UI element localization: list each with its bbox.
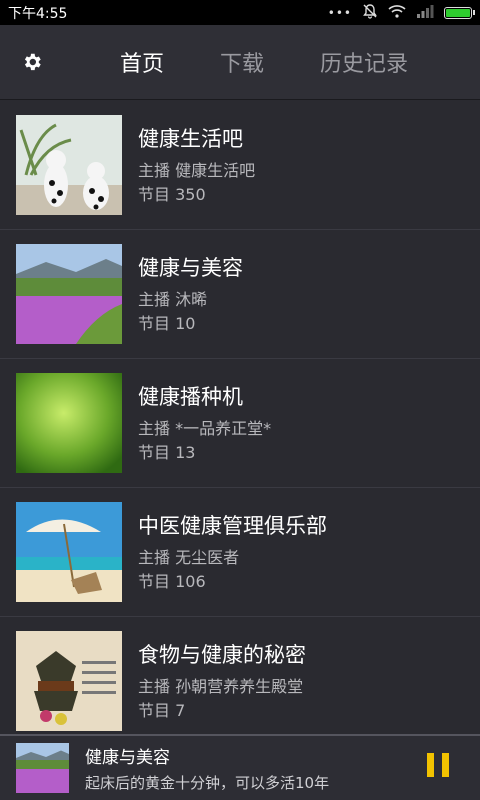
episodes-label: 节目 [138,443,171,462]
list-item[interactable]: 中医健康管理俱乐部 主播 无尘医者 节目 106 [0,488,480,617]
player-subtitle: 起床后的黄金十分钟，可以多活10年 [85,774,330,792]
channel-thumbnail [16,244,122,344]
host-label: 主播 [138,548,171,567]
channel-title: 健康与美容 [138,256,243,280]
host-name: *一品养正堂* [175,419,272,438]
episodes-label: 节目 [138,701,171,720]
channel-thumbnail [16,631,122,731]
status-icons: ••• [327,3,475,23]
signal-icon [416,4,434,22]
channel-thumbnail [16,502,122,602]
status-time: 下午4:55 [8,5,68,22]
channel-thumbnail [16,373,122,473]
host-name: 健康生活吧 [175,161,256,180]
more-dots-icon: ••• [327,5,352,20]
tab-bar: 首页 下载 历史记录 [64,25,436,99]
tab-home[interactable]: 首页 [64,46,192,78]
episode-count: 350 [175,185,206,204]
list-item[interactable]: 健康播种机 主播 *一品养正堂* 节目 13 [0,359,480,488]
episode-count: 10 [175,314,196,333]
host-name: 孙朝营养养生殿堂 [175,677,304,696]
player-title: 健康与美容 [85,748,170,768]
pause-icon[interactable] [418,753,458,783]
mini-player[interactable]: 健康与美容 起床后的黄金十分钟，可以多活10年 [0,734,480,800]
list-item[interactable]: 食物与健康的秘密 主播 孙朝营养养生殿堂 节目 7 [0,617,480,734]
host-label: 主播 [138,419,171,438]
tab-download[interactable]: 下载 [192,46,292,78]
channel-thumbnail [16,115,122,215]
episode-count: 13 [175,443,196,462]
top-bar: 首页 下载 历史记录 [0,25,480,100]
battery-icon [444,6,475,19]
list-item[interactable]: 健康生活吧 主播 健康生活吧 节目 350 [0,101,480,230]
status-bar: 下午4:55 ••• [0,0,480,25]
host-label: 主播 [138,677,171,696]
episode-count: 7 [175,701,186,720]
host-label: 主播 [138,290,171,309]
channel-title: 食物与健康的秘密 [138,643,306,667]
episodes-label: 节目 [138,572,171,591]
gear-icon[interactable] [0,25,64,99]
host-label: 主播 [138,161,171,180]
episodes-label: 节目 [138,185,171,204]
channel-title: 健康播种机 [138,385,243,409]
channel-title: 中医健康管理俱乐部 [138,514,327,538]
player-thumbnail [16,743,69,793]
episode-count: 106 [175,572,206,591]
list-item[interactable]: 健康与美容 主播 沐晞 节目 10 [0,230,480,359]
channel-title: 健康生活吧 [138,127,243,151]
episodes-label: 节目 [138,314,171,333]
host-name: 沐晞 [175,290,208,309]
host-name: 无尘医者 [175,548,240,567]
channel-list: 健康生活吧 主播 健康生活吧 节目 350 健康与美容 主播 沐晞 节目 10 [0,101,480,734]
notifications-off-icon [362,3,378,23]
wifi-icon [388,4,406,22]
tab-history[interactable]: 历史记录 [292,46,436,78]
